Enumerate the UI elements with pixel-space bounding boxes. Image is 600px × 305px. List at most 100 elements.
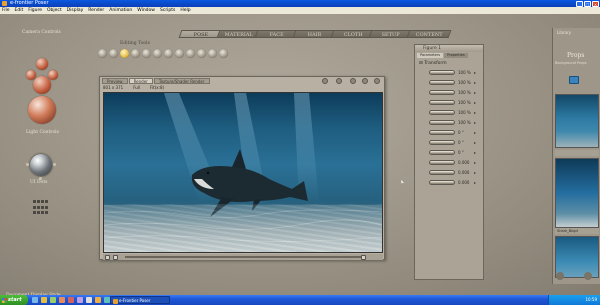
ui-dot[interactable]: [45, 200, 48, 203]
param-value[interactable]: 100 %: [458, 99, 471, 106]
param-menu-arrow-icon[interactable]: ▸: [474, 139, 476, 146]
frame-prev-button[interactable]: [105, 254, 110, 260]
param-dial[interactable]: [429, 130, 455, 135]
app-icon[interactable]: [77, 297, 83, 303]
param-dial[interactable]: [429, 70, 455, 75]
light-controls-ball[interactable]: [26, 154, 56, 180]
menu-object[interactable]: Object: [47, 7, 62, 14]
param-value[interactable]: 100 %: [458, 109, 471, 116]
library-item-label[interactable]: [555, 150, 599, 156]
render-fit-select[interactable]: Fit(x:8): [150, 85, 164, 91]
tab-texture-shader-render[interactable]: Texture/Shader Render: [153, 78, 210, 84]
param-menu-arrow-icon[interactable]: ▸: [474, 69, 476, 76]
library-thumbnail[interactable]: [555, 158, 599, 228]
ui-dot[interactable]: [37, 200, 40, 203]
library-title[interactable]: Library: [553, 28, 600, 37]
ui-dot[interactable]: [37, 205, 40, 209]
param-dial[interactable]: [429, 120, 455, 125]
param-dial[interactable]: [429, 110, 455, 115]
render-viewport[interactable]: [103, 92, 383, 253]
menu-animation[interactable]: Animation: [109, 7, 132, 14]
document-menu-icon[interactable]: [374, 78, 380, 84]
tab-preview[interactable]: Preview: [102, 78, 128, 84]
menu-figure[interactable]: Figure: [28, 7, 42, 14]
menu-render[interactable]: Render: [88, 7, 104, 14]
param-dial[interactable]: [429, 80, 455, 85]
rotate-tool-icon[interactable]: [98, 49, 107, 58]
app-icon[interactable]: [95, 297, 101, 303]
menu-help[interactable]: Help: [180, 7, 190, 14]
area-render-icon[interactable]: [350, 78, 356, 84]
close-button[interactable]: ×: [592, 0, 599, 7]
twist-tool-icon[interactable]: [109, 49, 118, 58]
scale-tool-icon[interactable]: [142, 49, 151, 58]
param-value[interactable]: 100 %: [458, 79, 471, 86]
param-dial[interactable]: [429, 100, 455, 105]
library-thumbnail[interactable]: [555, 94, 599, 148]
tab-properties[interactable]: Properties: [444, 53, 468, 58]
light-handle-icon[interactable]: [26, 163, 29, 166]
param-value[interactable]: 100 %: [458, 119, 471, 126]
ui-dot[interactable]: [45, 211, 48, 215]
tab-render[interactable]: Render: [128, 78, 153, 84]
translate-tool-icon[interactable]: [120, 49, 129, 58]
render-icon[interactable]: [336, 78, 342, 84]
param-value[interactable]: 100 %: [458, 89, 471, 96]
folder-icon[interactable]: [41, 297, 47, 303]
param-menu-arrow-icon[interactable]: ▸: [474, 129, 476, 136]
menu-file[interactable]: File: [2, 7, 10, 14]
render-settings-icon[interactable]: [322, 78, 328, 84]
library-item-label[interactable]: Shark_Bkgd: [555, 228, 599, 234]
menu-display[interactable]: Display: [67, 7, 84, 14]
param-dial[interactable]: [429, 140, 455, 145]
ui-dot[interactable]: [41, 200, 44, 203]
menu-window[interactable]: Window: [137, 7, 155, 14]
chain-break-tool-icon[interactable]: [164, 49, 173, 58]
library-apply-icon[interactable]: [556, 272, 564, 280]
taper-tool-icon[interactable]: [153, 49, 162, 58]
param-menu-arrow-icon[interactable]: ▸: [474, 79, 476, 86]
start-button[interactable]: start: [0, 295, 28, 305]
compare-icon[interactable]: [362, 78, 368, 84]
param-menu-arrow-icon[interactable]: ▸: [474, 89, 476, 96]
media-icon[interactable]: [50, 297, 56, 303]
param-menu-arrow-icon[interactable]: ▸: [474, 159, 476, 166]
tab-parameters[interactable]: Parameters: [417, 53, 444, 58]
render-zoom-select[interactable]: Full: [133, 85, 140, 91]
param-dial[interactable]: [429, 180, 455, 185]
param-dial[interactable]: [429, 90, 455, 95]
grouping-tool-icon[interactable]: [186, 49, 195, 58]
param-dial[interactable]: [429, 150, 455, 155]
ui-dot[interactable]: [45, 205, 48, 209]
ui-dot[interactable]: [37, 211, 40, 215]
menu-edit[interactable]: Edit: [15, 7, 24, 14]
maximize-button[interactable]: □: [584, 0, 591, 7]
param-menu-arrow-icon[interactable]: ▸: [474, 99, 476, 106]
camera-face-icon[interactable]: [36, 58, 48, 70]
view-magnifier-tool-icon[interactable]: [197, 49, 206, 58]
transform-group[interactable]: ⊟ Transform: [415, 59, 483, 68]
timeline-scrollbar[interactable]: [125, 256, 365, 258]
param-value[interactable]: 0 °: [458, 139, 464, 146]
camera-rotation-ball[interactable]: [28, 96, 56, 124]
ui-dot[interactable]: [33, 200, 36, 203]
param-value[interactable]: 0.000: [458, 169, 469, 176]
param-value[interactable]: 0.000: [458, 179, 469, 186]
param-menu-arrow-icon[interactable]: ▸: [474, 149, 476, 156]
room-tab-content[interactable]: CONTENT: [406, 30, 452, 38]
camera-right-hand-icon[interactable]: [48, 70, 58, 80]
morph-brush-tool-icon[interactable]: [208, 49, 217, 58]
frame-next-button[interactable]: [113, 254, 118, 260]
taskbar-item-poser[interactable]: e-Frontier Poser: [110, 296, 170, 304]
param-value[interactable]: 0.000: [458, 159, 469, 166]
minimize-button[interactable]: _: [576, 0, 583, 7]
ui-dot[interactable]: [33, 211, 36, 215]
app-icon[interactable]: [59, 297, 65, 303]
menu-scripts[interactable]: Scripts: [160, 7, 175, 14]
param-menu-arrow-icon[interactable]: ▸: [474, 179, 476, 186]
parameters-header[interactable]: Figure 1: [415, 45, 483, 52]
library-delete-icon[interactable]: [584, 272, 592, 280]
ui-dot[interactable]: [33, 205, 36, 209]
camera-trackball-icon[interactable]: [33, 76, 51, 94]
color-tool-icon[interactable]: [175, 49, 184, 58]
